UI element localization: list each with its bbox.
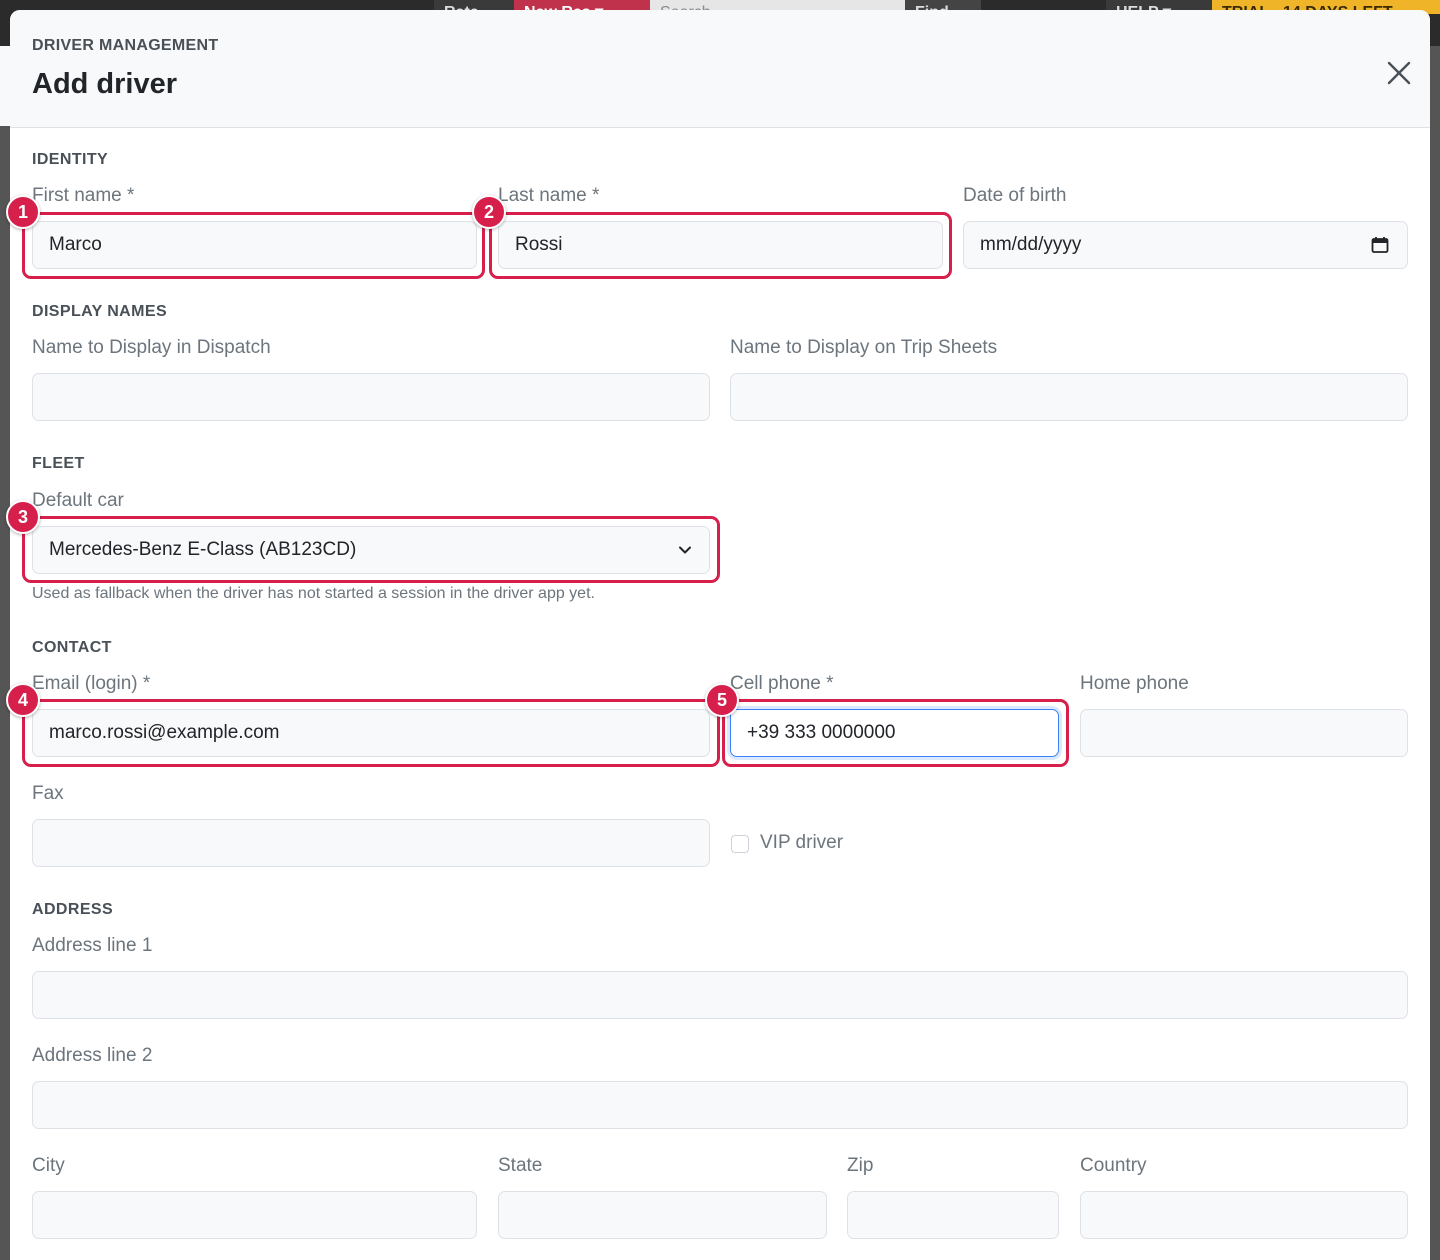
last-name-label: Last name *: [498, 185, 600, 206]
trip-sheets-name-input[interactable]: [730, 373, 1408, 421]
dob-placeholder: mm/dd/yyyy: [980, 234, 1082, 255]
close-icon: [1387, 61, 1411, 85]
first-name-input[interactable]: Marco: [32, 221, 477, 269]
annotation-badge-3: 3: [6, 500, 40, 534]
fax-input[interactable]: [32, 819, 710, 867]
home-phone-label: Home phone: [1080, 673, 1189, 694]
address-line2-label: Address line 2: [32, 1045, 153, 1066]
section-identity: IDENTITY: [32, 151, 109, 168]
cell-phone-input[interactable]: +39 333 0000000: [730, 709, 1059, 757]
country-label: Country: [1080, 1155, 1147, 1176]
email-input[interactable]: marco.rossi@example.com: [32, 709, 710, 757]
section-display-names: DISPLAY NAMES: [32, 303, 168, 320]
default-car-value: Mercedes-Benz E-Class (AB123CD): [49, 539, 357, 560]
last-name-input[interactable]: Rossi: [498, 221, 943, 269]
state-label: State: [498, 1155, 543, 1176]
backdrop-left-strip: [0, 46, 10, 126]
default-car-select[interactable]: Mercedes-Benz E-Class (AB123CD): [32, 526, 710, 574]
modal-title: Add driver: [32, 68, 178, 100]
email-label: Email (login) *: [32, 673, 151, 694]
city-label: City: [32, 1155, 65, 1176]
section-address: ADDRESS: [32, 901, 114, 918]
vip-driver-checkbox[interactable]: [731, 835, 749, 853]
city-input[interactable]: [32, 1191, 477, 1239]
first-name-label: First name *: [32, 185, 135, 206]
cell-phone-label: Cell phone *: [730, 673, 834, 694]
annotation-badge-1: 1: [6, 195, 40, 229]
annotation-badge-4: 4: [6, 683, 40, 717]
modal-eyebrow: DRIVER MANAGEMENT: [32, 37, 219, 54]
country-input[interactable]: [1080, 1191, 1408, 1239]
home-phone-input[interactable]: [1080, 709, 1408, 757]
section-fleet: FLEET: [32, 455, 85, 472]
modal-header: DRIVER MANAGEMENT Add driver: [10, 10, 1430, 128]
dob-label: Date of birth: [963, 185, 1067, 206]
vip-driver-label[interactable]: VIP driver: [760, 832, 843, 854]
calendar-icon[interactable]: [1371, 236, 1389, 254]
add-driver-modal: DRIVER MANAGEMENT Add driver IDENTITY Fi…: [10, 10, 1430, 1260]
address-line2-input[interactable]: [32, 1081, 1408, 1129]
section-contact: CONTACT: [32, 639, 112, 656]
trip-sheets-name-label: Name to Display on Trip Sheets: [730, 337, 998, 358]
annotation-badge-2: 2: [472, 195, 506, 229]
default-car-help: Used as fallback when the driver has not…: [32, 585, 595, 602]
zip-label: Zip: [847, 1155, 874, 1176]
close-button[interactable]: [1382, 56, 1416, 90]
dispatch-name-input[interactable]: [32, 373, 710, 421]
address-line1-input[interactable]: [32, 971, 1408, 1019]
address-line1-label: Address line 1: [32, 935, 153, 956]
chevron-down-icon: [679, 546, 691, 554]
fax-label: Fax: [32, 783, 64, 804]
dispatch-name-label: Name to Display in Dispatch: [32, 337, 271, 358]
annotation-badge-5: 5: [705, 683, 739, 717]
state-input[interactable]: [498, 1191, 827, 1239]
default-car-label: Default car: [32, 490, 124, 511]
zip-input[interactable]: [847, 1191, 1059, 1239]
dob-input[interactable]: mm/dd/yyyy: [963, 221, 1408, 269]
